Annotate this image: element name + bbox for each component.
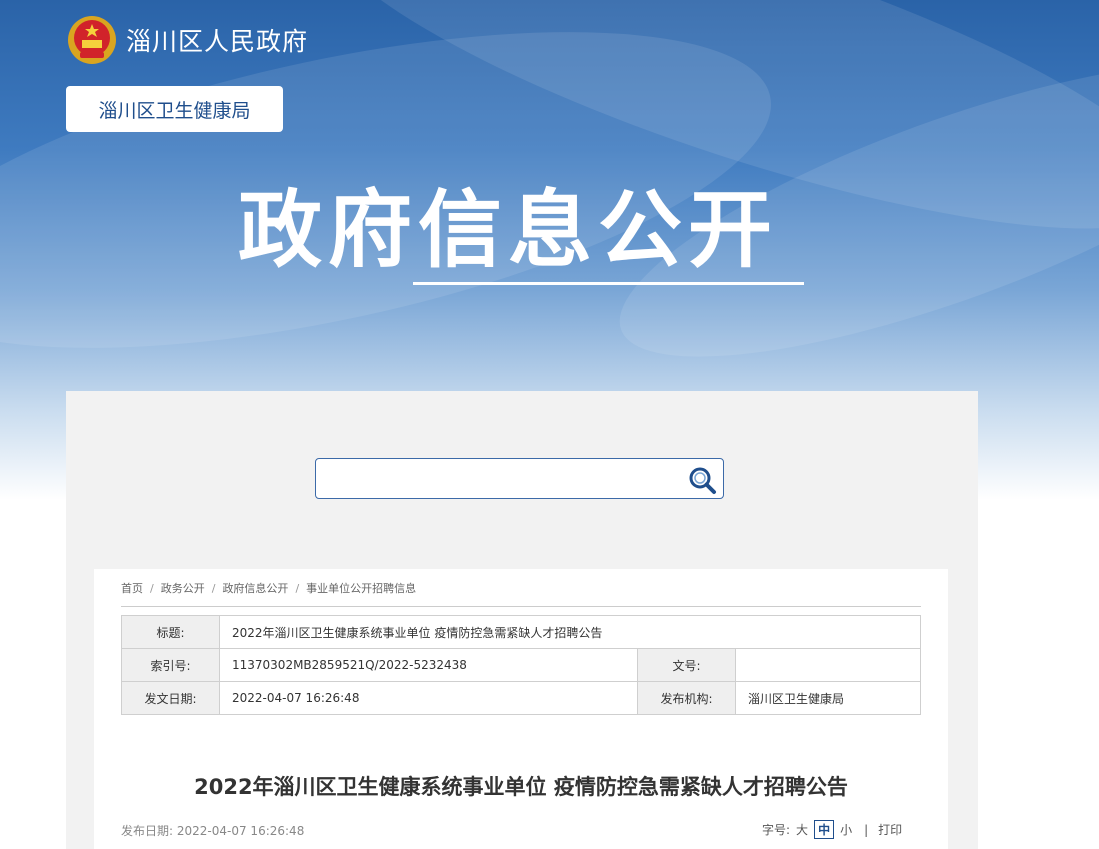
font-size-small-button[interactable]: 小 [840, 821, 852, 838]
site-logo[interactable]: 淄川区人民政府 [66, 14, 308, 66]
title-value: 2022年淄川区卫生健康系统事业单位 疫情防控急需紧缺人才招聘公告 [219, 615, 921, 649]
department-button[interactable]: 淄川区卫生健康局 [66, 86, 283, 132]
font-size-separator: | [864, 822, 869, 837]
font-size-label: 字号: [762, 823, 791, 837]
date-label: 发文日期: [121, 681, 220, 715]
breadcrumb-affairs[interactable]: 政务公开 [161, 580, 205, 596]
breadcrumb-home[interactable]: 首页 [121, 580, 143, 596]
org-label: 发布机构: [637, 681, 736, 715]
table-row: 索引号: 11370302MB2859521Q/2022-5232438 文号: [121, 648, 921, 682]
publish-date-value: 2022-04-07 16:26:48 [176, 824, 305, 838]
font-size-medium-button[interactable]: 中 [814, 820, 835, 839]
index-label: 索引号: [121, 648, 220, 682]
national-emblem-icon [68, 16, 116, 64]
breadcrumb-separator: / [295, 581, 300, 595]
breadcrumb: 首页 / 政务公开 / 政府信息公开 / 事业单位公开招聘信息 [121, 580, 416, 596]
index-value: 11370302MB2859521Q/2022-5232438 [219, 648, 638, 682]
banner-title-underline [413, 282, 804, 285]
date-value: 2022-04-07 16:26:48 [219, 681, 638, 715]
doc-no-label: 文号: [637, 648, 736, 682]
search-box [315, 458, 724, 499]
breadcrumb-divider [121, 606, 921, 607]
breadcrumb-separator: / [211, 581, 216, 595]
title-label: 标题: [121, 615, 220, 649]
banner-title: 政府信息公开 [238, 181, 779, 279]
table-row: 标题: 2022年淄川区卫生健康系统事业单位 疫情防控急需紧缺人才招聘公告 [121, 615, 921, 649]
document-meta-table: 标题: 2022年淄川区卫生健康系统事业单位 疫情防控急需紧缺人才招聘公告 索引… [121, 615, 921, 715]
search-input[interactable] [316, 459, 696, 496]
breadcrumb-separator: / [150, 581, 154, 595]
article-title: 2022年淄川区卫生健康系统事业单位 疫情防控急需紧缺人才招聘公告 [194, 775, 848, 799]
print-button[interactable]: 打印 [878, 821, 902, 838]
breadcrumb-recruitment[interactable]: 事业单位公开招聘信息 [306, 580, 416, 596]
font-size-controls: 字号: 大 中 小 | 打印 [762, 820, 908, 839]
org-value: 淄川区卫生健康局 [735, 681, 921, 715]
breadcrumb-info-disclosure[interactable]: 政府信息公开 [222, 580, 288, 596]
doc-no-value [735, 648, 921, 682]
article-content: 首页 / 政务公开 / 政府信息公开 / 事业单位公开招聘信息 标题: 2022… [94, 569, 948, 849]
font-size-large-button[interactable]: 大 [796, 821, 808, 838]
publish-date-label: 发布日期: [121, 824, 174, 838]
site-name: 淄川区人民政府 [126, 27, 309, 56]
search-icon[interactable] [687, 465, 717, 495]
publish-date: 发布日期: 2022-04-07 16:26:48 [121, 822, 304, 839]
table-row: 发文日期: 2022-04-07 16:26:48 发布机构: 淄川区卫生健康局 [121, 681, 921, 715]
